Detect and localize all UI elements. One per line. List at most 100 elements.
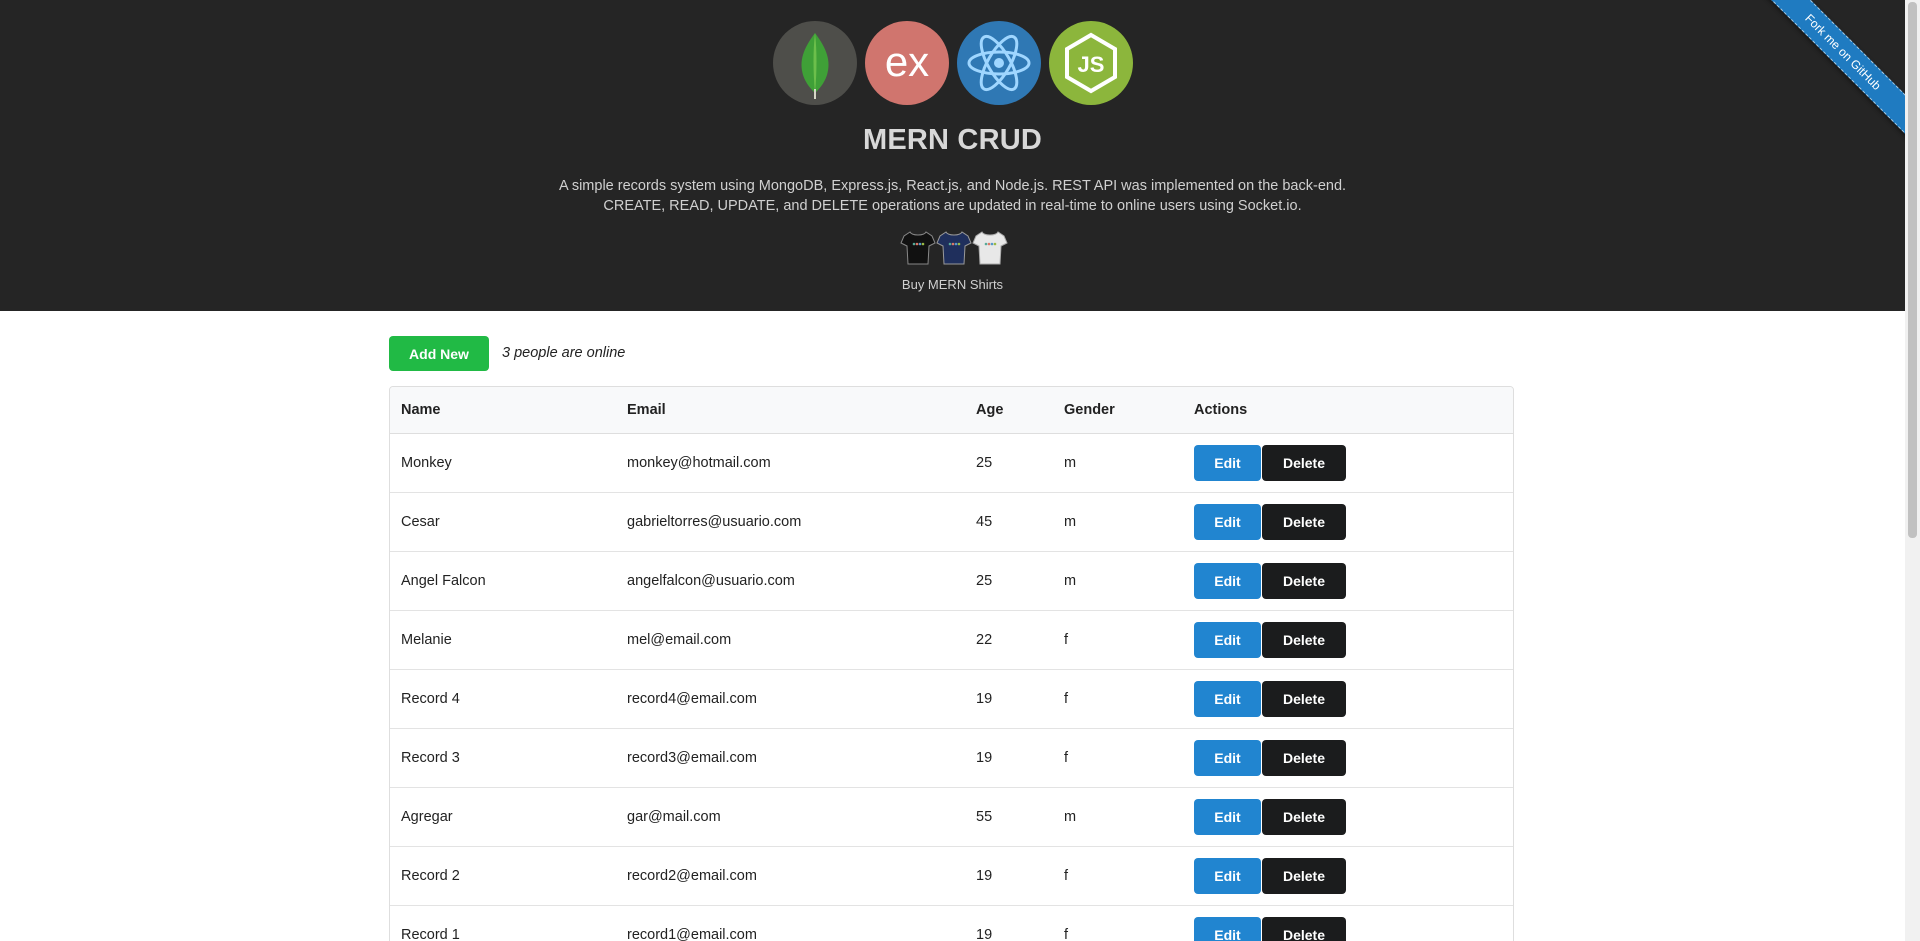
cell-gender: m (1053, 551, 1183, 611)
edit-button[interactable]: Edit (1194, 858, 1261, 894)
edit-button[interactable]: Edit (1194, 622, 1261, 658)
description-line-2: CREATE, READ, UPDATE, and DELETE operati… (603, 198, 1302, 214)
column-header-actions: Actions (1183, 387, 1513, 434)
shirts-link[interactable] (900, 229, 1008, 267)
cell-email: gabrieltorres@usuario.com (616, 492, 965, 552)
cell-email: record1@email.com (616, 905, 965, 941)
cell-gender: m (1053, 433, 1183, 493)
cell-email: gar@mail.com (616, 787, 965, 847)
white-shirt-icon (972, 231, 1008, 265)
cell-name: Record 1 (390, 905, 616, 941)
delete-button[interactable]: Delete (1262, 681, 1346, 717)
table-row: Record 2 record2@email.com 19 f Edit Dele… (390, 846, 1513, 906)
delete-button[interactable]: Delete (1262, 563, 1346, 599)
cell-age: 25 (965, 433, 1053, 493)
cell-actions: Edit Delete (1183, 728, 1513, 788)
edit-button[interactable]: Edit (1194, 917, 1261, 941)
description-line-1: A simple records system using MongoDB, E… (558, 178, 1347, 194)
table-header-row: Name Email Age Gender Actions (390, 387, 1513, 434)
cell-actions: Edit Delete (1183, 610, 1513, 670)
cell-name: Record 3 (390, 728, 616, 788)
cell-gender: f (1053, 728, 1183, 788)
cell-gender: f (1053, 669, 1183, 729)
cell-gender: f (1053, 610, 1183, 670)
cell-age: 19 (965, 905, 1053, 941)
cell-gender: f (1053, 905, 1183, 941)
cell-name: Record 2 (390, 846, 616, 906)
cell-email: angelfalcon@usuario.com (616, 551, 965, 611)
cell-actions: Edit Delete (1183, 787, 1513, 847)
cell-age: 19 (965, 728, 1053, 788)
mongodb-logo-icon (773, 21, 857, 105)
table-row: Monkey monkey@hotmail.com 25 m Edit Delet… (390, 433, 1513, 493)
cell-actions: Edit Delete (1183, 846, 1513, 906)
edit-button[interactable]: Edit (1194, 799, 1261, 835)
cell-age: 19 (965, 846, 1053, 906)
cell-name: Cesar (390, 492, 616, 552)
table-row: Record 3 record3@email.com 19 f Edit Dele… (390, 728, 1513, 788)
delete-button[interactable]: Delete (1262, 445, 1346, 481)
vertical-scrollbar[interactable] (1905, 0, 1920, 941)
github-fork-ribbon[interactable]: Fork me on GitHub (1755, 0, 1905, 140)
online-count: 3 people are online (502, 345, 626, 361)
tech-logos: ex JS (773, 21, 1133, 105)
delete-button[interactable]: Delete (1262, 504, 1346, 540)
black-shirt-icon (900, 231, 936, 265)
nodejs-logo-icon: JS (1049, 21, 1133, 105)
express-logo-text: ex (885, 38, 929, 85)
delete-button[interactable]: Delete (1262, 622, 1346, 658)
cell-name: Agregar (390, 787, 616, 847)
delete-button[interactable]: Delete (1262, 917, 1346, 941)
table-row: Angel Falcon angelfalcon@usuario.com 25 … (390, 551, 1513, 611)
page-title: MERN CRUD (862, 124, 1042, 156)
cell-actions: Edit Delete (1183, 433, 1513, 493)
table-row: Record 1 record1@email.com 19 f Edit Dele… (390, 905, 1513, 941)
cell-age: 19 (965, 669, 1053, 729)
cell-name: Angel Falcon (390, 551, 616, 611)
table-row: Agregar gar@mail.com 55 m Edit Delete (390, 787, 1513, 847)
navy-shirt-icon (936, 231, 972, 265)
github-ribbon-wrap: Fork me on GitHub (1755, 0, 1905, 150)
cell-email: monkey@hotmail.com (616, 433, 965, 493)
cell-name: Melanie (390, 610, 616, 670)
table-row: Cesar gabrieltorres@usuario.com 45 m Edi… (390, 492, 1513, 552)
cell-actions: Edit Delete (1183, 551, 1513, 611)
edit-button[interactable]: Edit (1194, 445, 1261, 481)
react-logo-icon (957, 21, 1041, 105)
cell-email: record4@email.com (616, 669, 965, 729)
table-row: Record 4 record4@email.com 19 f Edit Dele… (390, 669, 1513, 729)
cell-age: 25 (965, 551, 1053, 611)
cell-name: Record 4 (390, 669, 616, 729)
add-new-button[interactable]: Add New (389, 336, 489, 371)
column-header-age: Age (965, 387, 1053, 434)
edit-button[interactable]: Edit (1194, 740, 1261, 776)
nodejs-logo-text: JS (1078, 52, 1105, 77)
scrollbar-thumb[interactable] (1908, 2, 1917, 538)
edit-button[interactable]: Edit (1194, 563, 1261, 599)
express-logo-icon: ex (865, 21, 949, 105)
cell-gender: f (1053, 846, 1183, 906)
hero-description: A simple records system using MongoDB, E… (0, 176, 1905, 216)
cell-actions: Edit Delete (1183, 669, 1513, 729)
shirts-label[interactable]: Buy MERN Shirts (0, 277, 1905, 292)
cell-name: Monkey (390, 433, 616, 493)
column-header-email: Email (616, 387, 965, 434)
records-table: Name Email Age Gender Actions Monkey mon… (389, 386, 1514, 941)
cell-age: 55 (965, 787, 1053, 847)
delete-button[interactable]: Delete (1262, 858, 1346, 894)
cell-age: 22 (965, 610, 1053, 670)
column-header-name: Name (390, 387, 616, 434)
delete-button[interactable]: Delete (1262, 740, 1346, 776)
cell-email: record2@email.com (616, 846, 965, 906)
column-header-gender: Gender (1053, 387, 1183, 434)
hero-header: ex JS MERN CRUD A simple records system … (0, 0, 1905, 311)
cell-gender: m (1053, 787, 1183, 847)
page: ex JS MERN CRUD A simple records system … (0, 0, 1905, 941)
cell-email: mel@email.com (616, 610, 965, 670)
cell-actions: Edit Delete (1183, 905, 1513, 941)
table-row: Melanie mel@email.com 22 f Edit Delete (390, 610, 1513, 670)
edit-button[interactable]: Edit (1194, 504, 1261, 540)
cell-age: 45 (965, 492, 1053, 552)
edit-button[interactable]: Edit (1194, 681, 1261, 717)
delete-button[interactable]: Delete (1262, 799, 1346, 835)
